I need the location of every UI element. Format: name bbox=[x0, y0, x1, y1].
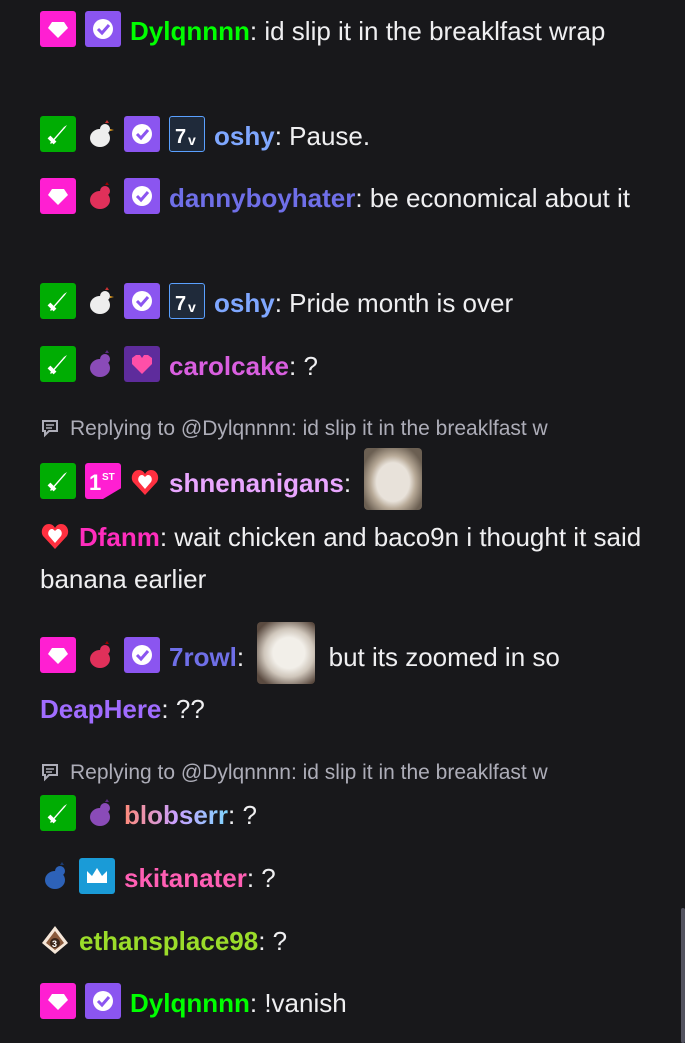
cat-emote[interactable] bbox=[364, 448, 423, 510]
gift-badge-icon[interactable]: 3 bbox=[40, 923, 70, 957]
mod-sword-badge-icon[interactable] bbox=[40, 795, 76, 831]
username[interactable]: shnenanigans bbox=[169, 468, 344, 498]
message-text: be economical about it bbox=[369, 183, 630, 213]
verified-badge-icon[interactable] bbox=[124, 283, 160, 319]
reply-text: Replying to @Dylqnnnn: id slip it in the… bbox=[70, 761, 548, 784]
svg-text:7: 7 bbox=[175, 126, 186, 148]
reply-context[interactable]: Replying to @Dylqnnnn: id slip it in the… bbox=[40, 416, 650, 442]
chat-message: 3 ethansplace98: ? bbox=[40, 920, 650, 962]
mod-sword-badge-icon[interactable] bbox=[40, 463, 76, 499]
chat-message: 7 v oshy: Pause. bbox=[40, 115, 650, 157]
message-text: ?? bbox=[175, 694, 205, 724]
sub-heart-badge-icon[interactable] bbox=[40, 178, 76, 214]
sub-heart-badge-icon[interactable] bbox=[40, 11, 76, 47]
chicken-badge-icon[interactable] bbox=[85, 797, 115, 831]
svg-text:3: 3 bbox=[52, 939, 57, 949]
username[interactable]: 7rowl bbox=[169, 642, 237, 672]
chat-message: carolcake: ? bbox=[40, 345, 650, 387]
verified-badge-icon[interactable] bbox=[124, 116, 160, 152]
reply-text: Replying to @Dylqnnnn: id slip it in the… bbox=[70, 417, 548, 440]
chat-message: Dylqnnnn: id slip it in the breaklfast w… bbox=[40, 10, 650, 52]
chicken-badge-icon[interactable] bbox=[85, 639, 115, 673]
mod-sword-badge-icon[interactable] bbox=[40, 283, 76, 319]
chicken-badge-icon[interactable] bbox=[85, 348, 115, 382]
chat-message: skitanater: ? bbox=[40, 857, 650, 899]
reply-icon bbox=[42, 764, 58, 782]
username[interactable]: oshy bbox=[214, 121, 275, 151]
heart-badge-icon[interactable] bbox=[40, 519, 70, 553]
verified-badge-icon[interactable] bbox=[124, 637, 160, 673]
message-text: ? bbox=[261, 863, 276, 893]
chicken-badge-icon[interactable] bbox=[85, 180, 115, 214]
pixel-heart-badge-icon[interactable] bbox=[124, 346, 160, 382]
seven-tv-badge-icon[interactable]: 7v bbox=[169, 283, 205, 319]
svg-text:ST: ST bbox=[102, 472, 115, 483]
reply-context[interactable]: Replying to @Dylqnnnn: id slip it in the… bbox=[40, 760, 650, 786]
chicken-badge-icon[interactable] bbox=[85, 118, 115, 152]
svg-text:7: 7 bbox=[175, 293, 186, 315]
username[interactable]: oshy bbox=[214, 288, 275, 318]
heart-badge-icon[interactable] bbox=[130, 465, 160, 499]
chat-message: 7 v oshy: Pride month is over bbox=[40, 282, 650, 324]
username[interactable]: Dylqnnnn bbox=[130, 16, 250, 46]
svg-text:v: v bbox=[188, 299, 196, 315]
message-text: but its zoomed in so bbox=[328, 642, 560, 672]
chat-message: Dfanm: wait chicken and baco9n i thought… bbox=[40, 516, 650, 600]
svg-text:1: 1 bbox=[89, 470, 101, 495]
message-text: ? bbox=[303, 351, 318, 381]
username[interactable]: Dylqnnnn bbox=[130, 988, 250, 1018]
chat-message: 1 ST shnenanigans: bbox=[40, 448, 650, 510]
chicken-badge-icon[interactable] bbox=[85, 285, 115, 319]
first-badge-icon[interactable]: 1 ST bbox=[85, 463, 121, 499]
username[interactable]: DeapHere bbox=[40, 694, 161, 724]
username[interactable]: carolcake bbox=[169, 351, 289, 381]
username[interactable]: dannyboyhater bbox=[169, 183, 355, 213]
message-text: Pause. bbox=[289, 121, 371, 151]
sub-heart-badge-icon[interactable] bbox=[40, 637, 76, 673]
message-text: id slip it in the breaklfast wrap bbox=[264, 16, 606, 46]
sub-heart-badge-icon[interactable] bbox=[40, 983, 76, 1019]
mod-sword-badge-icon[interactable] bbox=[40, 346, 76, 382]
crown-badge-icon[interactable] bbox=[79, 858, 115, 894]
mod-sword-badge-icon[interactable] bbox=[40, 116, 76, 152]
chat-message: Dylqnnnn: !vanish bbox=[40, 982, 650, 1024]
message-text: !vanish bbox=[264, 988, 347, 1018]
chat-log: Dylqnnnn: id slip it in the breaklfast w… bbox=[0, 0, 685, 1043]
message-text: Pride month is over bbox=[289, 288, 514, 318]
verified-badge-icon[interactable] bbox=[85, 11, 121, 47]
dog-emote[interactable] bbox=[257, 622, 316, 684]
reply-icon bbox=[42, 420, 58, 438]
svg-text:v: v bbox=[188, 132, 196, 148]
verified-badge-icon[interactable] bbox=[85, 983, 121, 1019]
username[interactable]: blobserr bbox=[124, 800, 228, 830]
scrollbar[interactable] bbox=[681, 908, 685, 1043]
chat-message: DeapHere: ?? bbox=[40, 694, 205, 724]
message-text: ? bbox=[242, 800, 257, 830]
verified-badge-icon[interactable] bbox=[124, 178, 160, 214]
message-text: ? bbox=[272, 926, 288, 956]
username[interactable]: Dfanm bbox=[79, 522, 160, 552]
chat-message: blobserr: ? bbox=[40, 794, 650, 836]
chat-message: 7rowl: but its zoomed in so bbox=[40, 622, 650, 684]
username[interactable]: ethansplace98 bbox=[79, 926, 258, 956]
username[interactable]: skitanater bbox=[124, 863, 247, 893]
chat-message: dannyboyhater: be economical about it bbox=[40, 177, 650, 219]
seven-tv-badge-icon[interactable]: 7v bbox=[169, 116, 205, 152]
chicken-badge-icon[interactable] bbox=[40, 860, 70, 894]
